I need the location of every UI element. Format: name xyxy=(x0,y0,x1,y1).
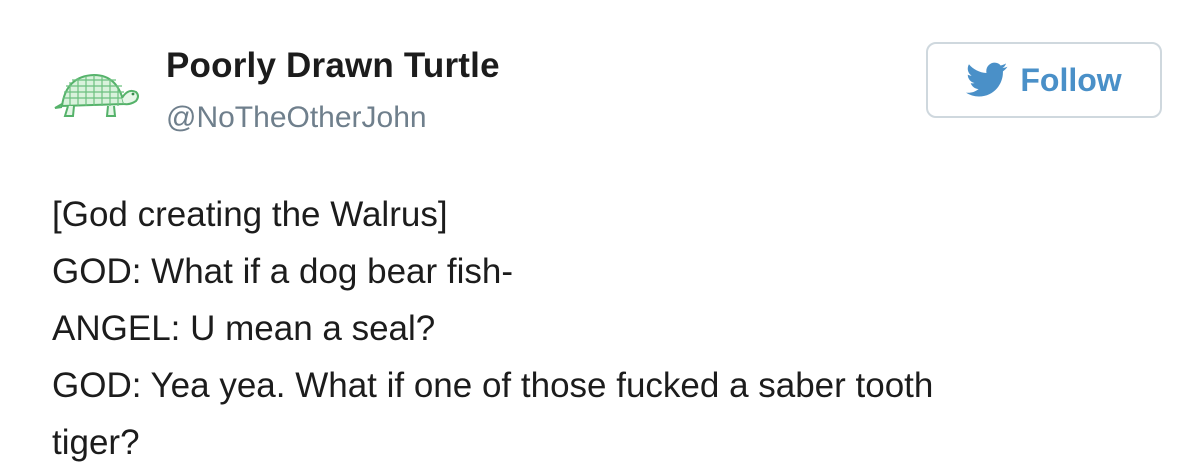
follow-button-label: Follow xyxy=(1020,62,1122,98)
tweet-line: ANGEL: U mean a seal? xyxy=(52,309,436,348)
display-name[interactable]: Poorly Drawn Turtle xyxy=(166,48,500,83)
tweet-line: GOD: Yea yea. What if one of those fucke… xyxy=(52,366,934,405)
turtle-avatar-icon xyxy=(54,73,139,117)
avatar[interactable] xyxy=(52,62,144,132)
follow-button[interactable]: Follow xyxy=(926,42,1162,118)
user-handle[interactable]: @NoTheOtherJohn xyxy=(166,103,427,133)
tweet-line: GOD: What if a dog bear fish- xyxy=(52,252,514,291)
tweet-line: [God creating the Walrus] xyxy=(52,195,448,234)
tweet-line: tiger? xyxy=(52,423,140,462)
tweet-text: [God creating the Walrus] GOD: What if a… xyxy=(52,186,1172,471)
twitter-bird-icon xyxy=(966,62,1008,97)
